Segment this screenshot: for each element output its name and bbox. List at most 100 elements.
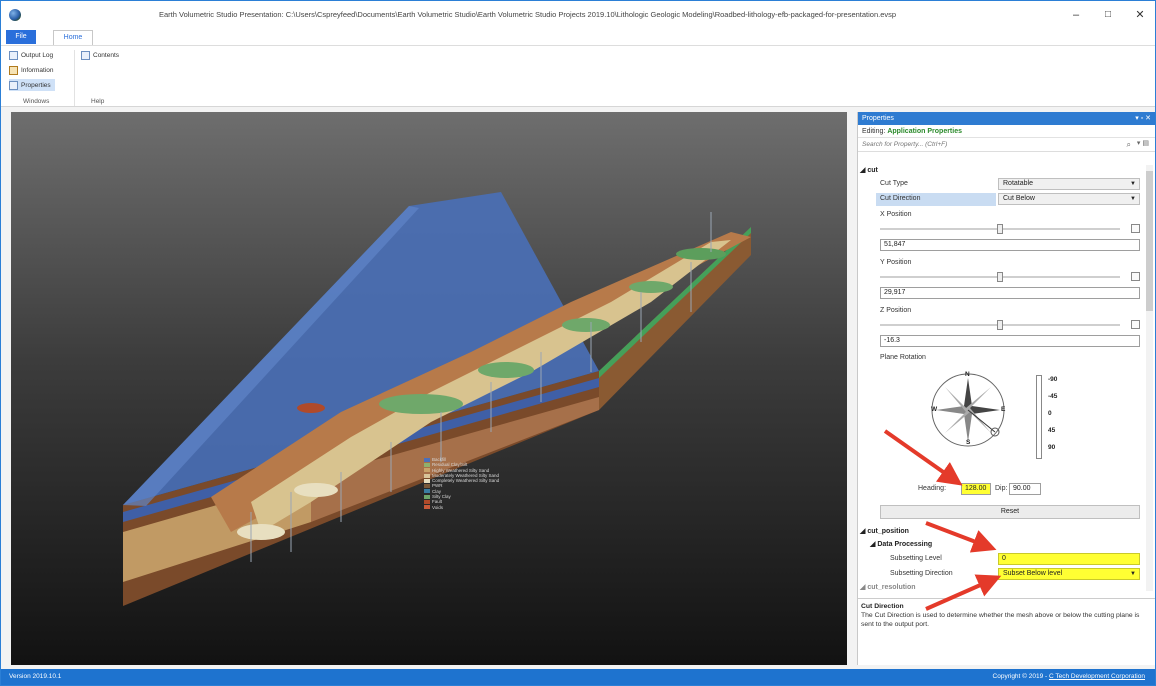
subsetting-level-label: Subsetting Level bbox=[890, 555, 942, 562]
editing-value: Application Properties bbox=[887, 128, 962, 135]
legend-swatch bbox=[424, 489, 430, 494]
group-label-help: Help bbox=[91, 98, 105, 105]
3d-viewport[interactable]: Backfill Residual Clay/Silt Highly Weather… bbox=[11, 112, 847, 665]
compass-n-label: N bbox=[965, 371, 970, 378]
legend-swatch bbox=[424, 462, 430, 467]
information-label: Information bbox=[21, 66, 54, 74]
y-slider-thumb[interactable] bbox=[997, 272, 1003, 282]
search-options-icon[interactable]: ▾ ▤ bbox=[1137, 139, 1149, 147]
scrollbar-thumb[interactable] bbox=[1146, 171, 1153, 311]
compass-e-label: E bbox=[1001, 406, 1006, 413]
output-log-button[interactable]: Output Log bbox=[9, 49, 53, 61]
reset-button[interactable]: Reset bbox=[880, 505, 1140, 519]
contents-label: Contents bbox=[93, 51, 120, 59]
sand-lens-6 bbox=[294, 483, 338, 497]
description-title: Cut Direction bbox=[861, 603, 904, 610]
description-text: The Cut Direction is used to determine w… bbox=[861, 612, 1140, 628]
tab-home[interactable]: Home bbox=[53, 30, 93, 45]
properties-button[interactable]: Properties bbox=[9, 79, 55, 91]
dip-tick-label: -45 bbox=[1048, 393, 1058, 400]
property-grid: ◢ cut Cut Type Rotatable ▼ Cut Direction… bbox=[858, 165, 1148, 591]
z-position-label: Z Position bbox=[880, 307, 912, 314]
title-bar: Earth Volumetric Studio Presentation: C:… bbox=[1, 1, 1155, 29]
legend-swatch bbox=[424, 494, 430, 499]
x-slider-thumb[interactable] bbox=[997, 224, 1003, 234]
geologic-model-render[interactable] bbox=[11, 112, 847, 665]
green-lens-4 bbox=[629, 281, 673, 293]
ribbon: Output Log Information Properties Conten… bbox=[1, 45, 1155, 107]
z-position-checkbox[interactable] bbox=[1131, 320, 1140, 329]
category-cut-resolution[interactable]: ◢ cut_resolution bbox=[860, 583, 916, 591]
heading-input[interactable]: 128.00 bbox=[961, 483, 991, 495]
z-slider-thumb[interactable] bbox=[997, 320, 1003, 330]
app-logo-icon[interactable] bbox=[9, 9, 21, 21]
editing-row: Editing: Application Properties bbox=[858, 125, 1155, 138]
property-grid-scrollbar[interactable] bbox=[1146, 165, 1153, 591]
category-cut-resolution-label: cut_resolution bbox=[867, 584, 916, 591]
compass-w-label: W bbox=[931, 406, 938, 413]
compass-rose[interactable] bbox=[928, 370, 1008, 450]
y-position-label: Y Position bbox=[880, 259, 912, 266]
subcategory-data-processing[interactable]: ◢ Data Processing bbox=[870, 540, 932, 548]
legend-swatch bbox=[424, 505, 430, 510]
category-cut[interactable]: ◢ cut bbox=[860, 166, 878, 174]
x-position-input[interactable]: 51,847 bbox=[880, 239, 1140, 251]
maximize-button[interactable]: □ bbox=[1099, 7, 1117, 23]
tab-file[interactable]: File bbox=[6, 30, 36, 44]
subsetting-direction-dropdown[interactable]: Subset Below level ▼ bbox=[998, 568, 1140, 580]
category-cut-position[interactable]: ◢ cut_position bbox=[860, 527, 909, 535]
z-position-input[interactable]: -16.3 bbox=[880, 335, 1140, 347]
dip-input[interactable]: 90.00 bbox=[1009, 483, 1041, 495]
contents-button[interactable]: Contents bbox=[81, 49, 119, 61]
legend-swatch bbox=[424, 457, 430, 462]
copyright-text: Copyright © 2019 - C Tech Development Co… bbox=[993, 669, 1145, 685]
chevron-down-icon: ▼ bbox=[1130, 571, 1136, 577]
cut-direction-label: Cut Direction bbox=[880, 195, 921, 202]
y-position-checkbox[interactable] bbox=[1131, 272, 1140, 281]
cut-direction-dropdown[interactable]: Cut Below ▼ bbox=[998, 193, 1140, 205]
properties-panel-title: Properties bbox=[862, 115, 894, 122]
search-icon[interactable]: ⌕ bbox=[1127, 140, 1131, 150]
green-lens-5 bbox=[676, 248, 726, 260]
z-position-slider[interactable] bbox=[880, 319, 1140, 331]
green-lens-3 bbox=[562, 318, 610, 332]
compass-s-label: S bbox=[966, 439, 971, 446]
company-link[interactable]: C Tech Development Corporation bbox=[1049, 673, 1145, 680]
subsetting-direction-value: Subset Below level bbox=[1003, 570, 1063, 577]
cut-type-dropdown[interactable]: Rotatable ▼ bbox=[998, 178, 1140, 190]
cut-type-label: Cut Type bbox=[880, 180, 908, 187]
x-position-checkbox[interactable] bbox=[1131, 224, 1140, 233]
x-position-slider[interactable] bbox=[880, 223, 1140, 235]
output-log-label: Output Log bbox=[21, 51, 54, 59]
status-bar: Version 2019.10.1 Copyright © 2019 - C T… bbox=[1, 669, 1155, 685]
property-description: Cut Direction The Cut Direction is used … bbox=[858, 598, 1155, 652]
copyright-prefix: Copyright © 2019 - bbox=[992, 673, 1049, 680]
void-pocket bbox=[297, 403, 325, 413]
properties-icon bbox=[9, 80, 18, 90]
contents-icon bbox=[81, 50, 90, 60]
dip-tick-label: -90 bbox=[1048, 376, 1058, 383]
output-log-icon bbox=[9, 50, 18, 60]
green-lens-2 bbox=[478, 362, 534, 378]
legend-label: Voids bbox=[432, 504, 444, 510]
close-button[interactable]: ✕ bbox=[1131, 7, 1149, 23]
subcategory-data-processing-label: Data Processing bbox=[877, 541, 933, 548]
chevron-down-icon: ▼ bbox=[1130, 181, 1136, 187]
editing-label: Editing: bbox=[862, 128, 886, 135]
ribbon-tabs: File Home bbox=[1, 29, 1155, 45]
cut-direction-value: Cut Below bbox=[1003, 195, 1035, 202]
minimize-button[interactable]: – bbox=[1067, 7, 1085, 23]
dip-slider-track[interactable] bbox=[1036, 375, 1042, 459]
lithology-legend: Backfill Residual Clay/Silt Highly Weather… bbox=[424, 457, 499, 510]
legend-swatch bbox=[424, 500, 430, 505]
category-cut-position-label: cut_position bbox=[867, 528, 909, 535]
properties-label: Properties bbox=[21, 81, 51, 89]
legend-swatch bbox=[424, 473, 430, 478]
y-position-input[interactable]: 29,917 bbox=[880, 287, 1140, 299]
y-position-slider[interactable] bbox=[880, 271, 1140, 283]
information-button[interactable]: Information bbox=[9, 64, 54, 76]
property-search-input[interactable] bbox=[858, 138, 1098, 151]
plane-rotation-label: Plane Rotation bbox=[880, 354, 926, 361]
subsetting-level-input[interactable]: 0 bbox=[998, 553, 1140, 565]
panel-window-controls[interactable]: ▾ ▫ ✕ bbox=[1135, 112, 1151, 125]
